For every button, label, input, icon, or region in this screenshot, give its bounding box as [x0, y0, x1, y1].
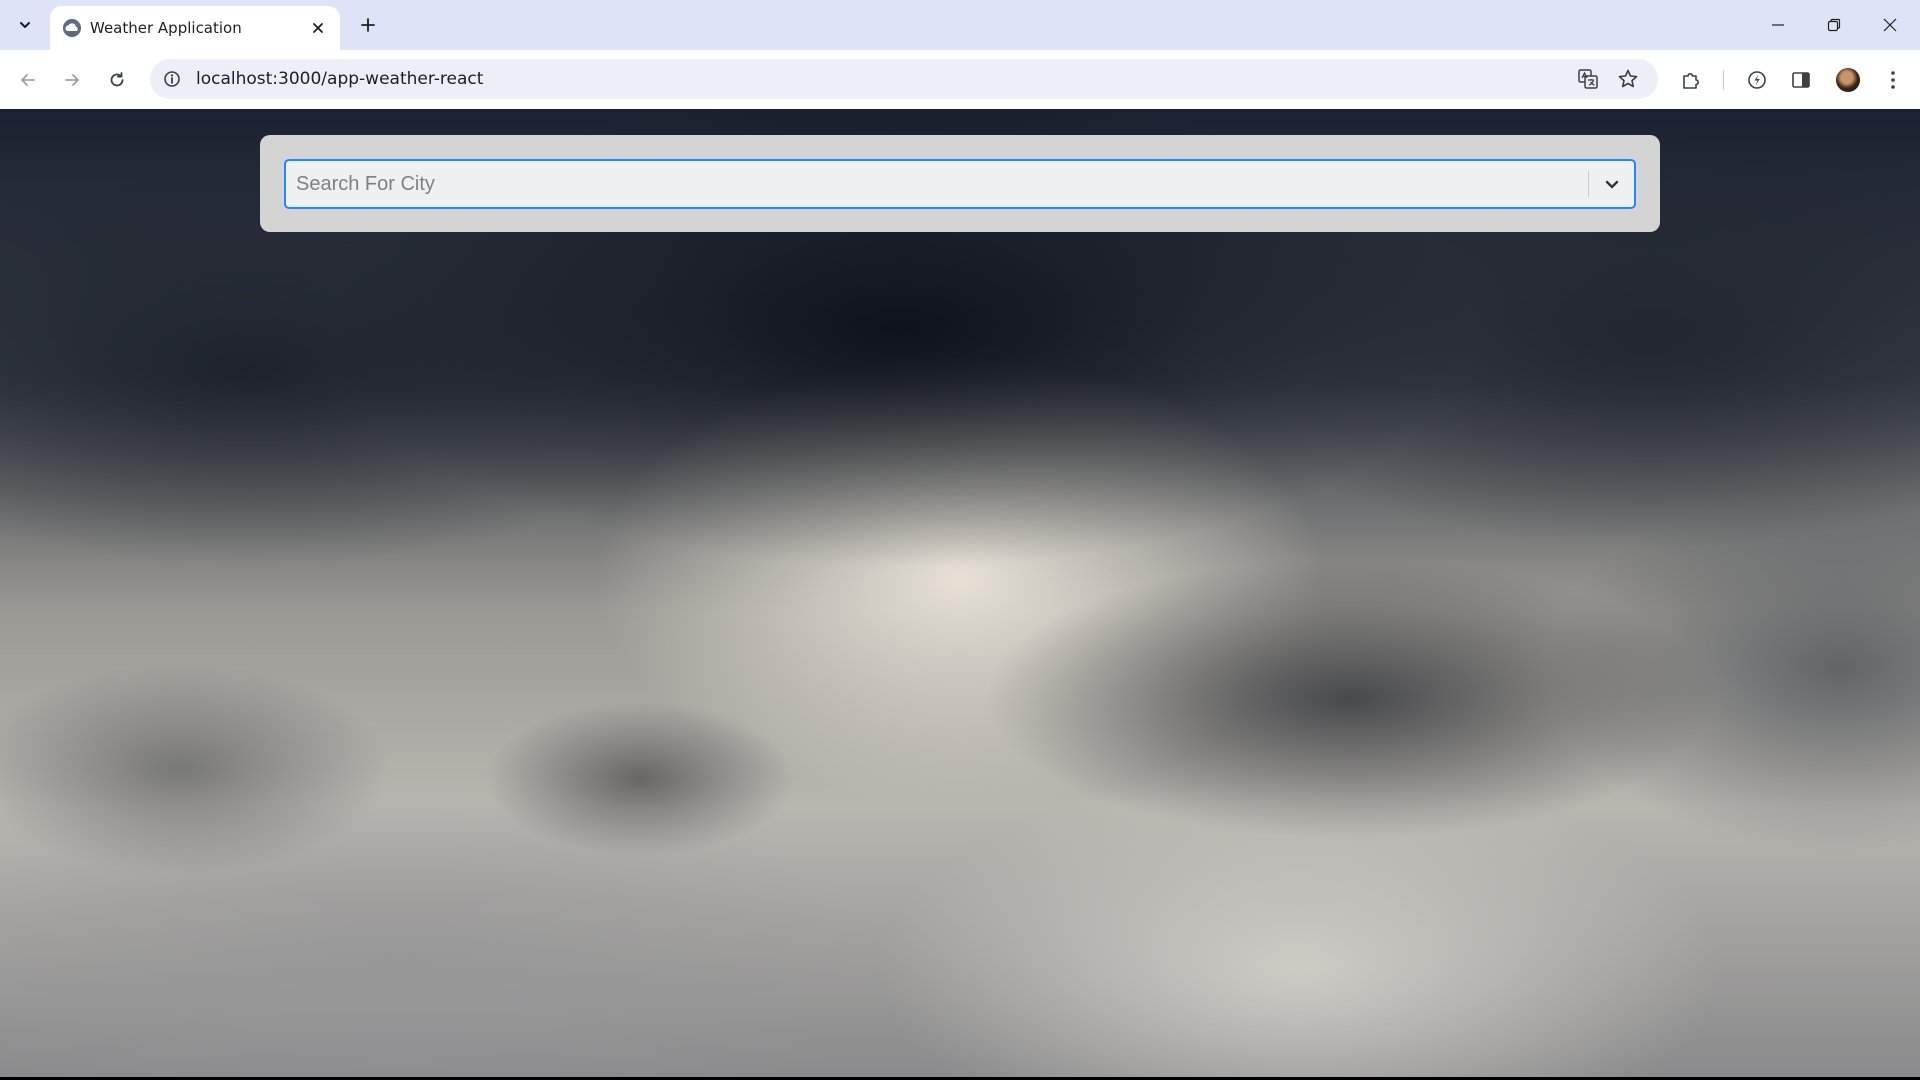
city-search-input[interactable]	[296, 167, 1576, 201]
cloud-icon	[63, 19, 81, 37]
site-info-button[interactable]	[160, 67, 184, 91]
side-panel-icon	[1792, 72, 1810, 88]
address-bar[interactable]: localhost:3000/app-weather-react	[150, 59, 1658, 99]
close-icon	[313, 23, 323, 33]
translate-button[interactable]	[1574, 65, 1602, 93]
puzzle-icon	[1683, 73, 1699, 89]
speedometer-icon	[1748, 71, 1766, 89]
reload-button[interactable]	[100, 63, 134, 97]
reload-icon	[110, 72, 124, 87]
performance-button[interactable]	[1740, 63, 1774, 97]
tab-close-button[interactable]	[306, 16, 330, 40]
minimize-icon	[1772, 24, 1784, 26]
close-window-button[interactable]	[1862, 0, 1918, 50]
browser-window: Weather Application localhost:3000/app-w…	[0, 0, 1920, 1080]
close-icon	[1883, 18, 1897, 32]
tab-search-button[interactable]	[9, 9, 41, 41]
arrow-right-icon	[65, 74, 79, 86]
chevron-down-icon	[1605, 180, 1619, 189]
tab-strip: Weather Application	[0, 0, 1920, 50]
profile-button[interactable]	[1831, 63, 1865, 97]
restore-button[interactable]	[1806, 0, 1862, 50]
kebab-menu-icon	[1891, 71, 1895, 89]
back-button[interactable]	[11, 63, 45, 97]
search-card	[260, 135, 1660, 232]
plus-icon	[361, 18, 375, 32]
toolbar-separator	[1723, 70, 1724, 90]
tab-weather-application[interactable]: Weather Application	[50, 6, 340, 50]
side-panel-button[interactable]	[1784, 63, 1818, 97]
translate-icon	[1578, 69, 1598, 89]
extensions-button[interactable]	[1674, 63, 1708, 97]
select-dropdown-indicator[interactable]	[1592, 166, 1632, 202]
arrow-left-icon	[21, 74, 35, 86]
chevron-down-icon	[20, 22, 30, 28]
tab-title: Weather Application	[90, 19, 242, 37]
page-viewport	[0, 109, 1920, 1077]
info-icon	[164, 71, 180, 87]
forward-button[interactable]	[55, 63, 89, 97]
avatar	[1836, 68, 1860, 92]
city-search-select[interactable]	[284, 159, 1636, 209]
bookmark-button[interactable]	[1614, 65, 1642, 93]
browser-toolbar: localhost:3000/app-weather-react	[0, 50, 1920, 109]
url-text[interactable]: localhost:3000/app-weather-react	[196, 69, 483, 89]
select-indicator-separator	[1588, 171, 1589, 197]
browser-menu-button[interactable]	[1876, 63, 1910, 97]
star-icon	[1618, 69, 1638, 88]
minimize-button[interactable]	[1750, 0, 1806, 50]
restore-icon	[1827, 18, 1841, 32]
new-tab-button[interactable]	[352, 9, 384, 41]
